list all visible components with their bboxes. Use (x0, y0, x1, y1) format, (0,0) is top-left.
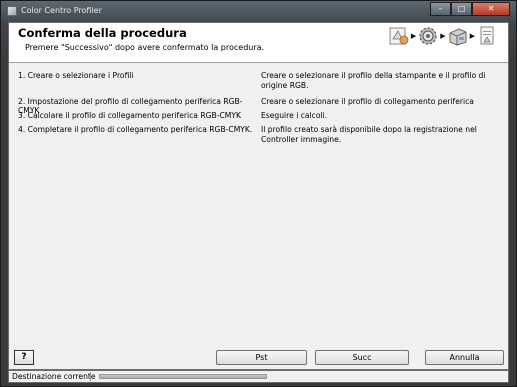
printer-icon (449, 28, 467, 46)
window-controls: – □ ✕ (430, 2, 510, 17)
progress-bar (99, 374, 267, 379)
step-arrow-icon: ▶ (469, 32, 475, 40)
maximize-button[interactable]: □ (451, 2, 472, 16)
cancel-button[interactable]: Annulla (425, 350, 504, 365)
app-window: Color Centro Profiler – □ ✕ Conferma del… (0, 0, 517, 387)
page-subtitle: Premere "Successivo" dopo avere conferma… (25, 43, 265, 52)
page-title: Conferma della procedura (18, 26, 187, 40)
step-label: 3. Calcolare il profilo di collegamento … (18, 111, 241, 120)
wizard-steps: ▶ ▶ ▶ (388, 25, 498, 47)
close-button[interactable]: ✕ (472, 2, 510, 16)
previous-button[interactable]: Pst (216, 350, 307, 365)
status-divider (90, 372, 91, 381)
document-icon (480, 26, 494, 45)
step-description: Il profilo creato sarà disponibile dopo … (261, 125, 477, 144)
step-description: Creare o selezionare il profilo di colle… (261, 97, 474, 106)
status-label: Destinazione corrente (12, 372, 96, 381)
step-arrow-icon: ▶ (440, 32, 446, 40)
app-icon (7, 6, 17, 16)
client-area: Conferma della procedura Premere "Succes… (8, 22, 509, 370)
target-icon (389, 27, 409, 45)
status-bar: Destinazione corrente (8, 370, 509, 383)
step-arrow-icon: ▶ (410, 32, 417, 40)
next-button[interactable]: Succ (315, 350, 409, 365)
button-bar: ? Pst Succ Annulla (9, 348, 508, 368)
step-description: Creare o selezionare il profilo della st… (261, 71, 486, 90)
step-label: 1. Creare o selezionare i Profili (18, 71, 134, 80)
step-label: 4. Completare il profilo di collegamento… (18, 125, 253, 134)
window-title: Color Centro Profiler (21, 6, 102, 15)
help-button[interactable]: ? (14, 350, 34, 365)
gear-icon (419, 27, 437, 45)
step-description: Eseguire i calcoli. (261, 111, 328, 120)
title-bar: Color Centro Profiler – □ ✕ (1, 1, 516, 21)
minimize-button[interactable]: – (430, 2, 451, 16)
page-header: Conferma della procedura Premere "Succes… (9, 23, 508, 63)
